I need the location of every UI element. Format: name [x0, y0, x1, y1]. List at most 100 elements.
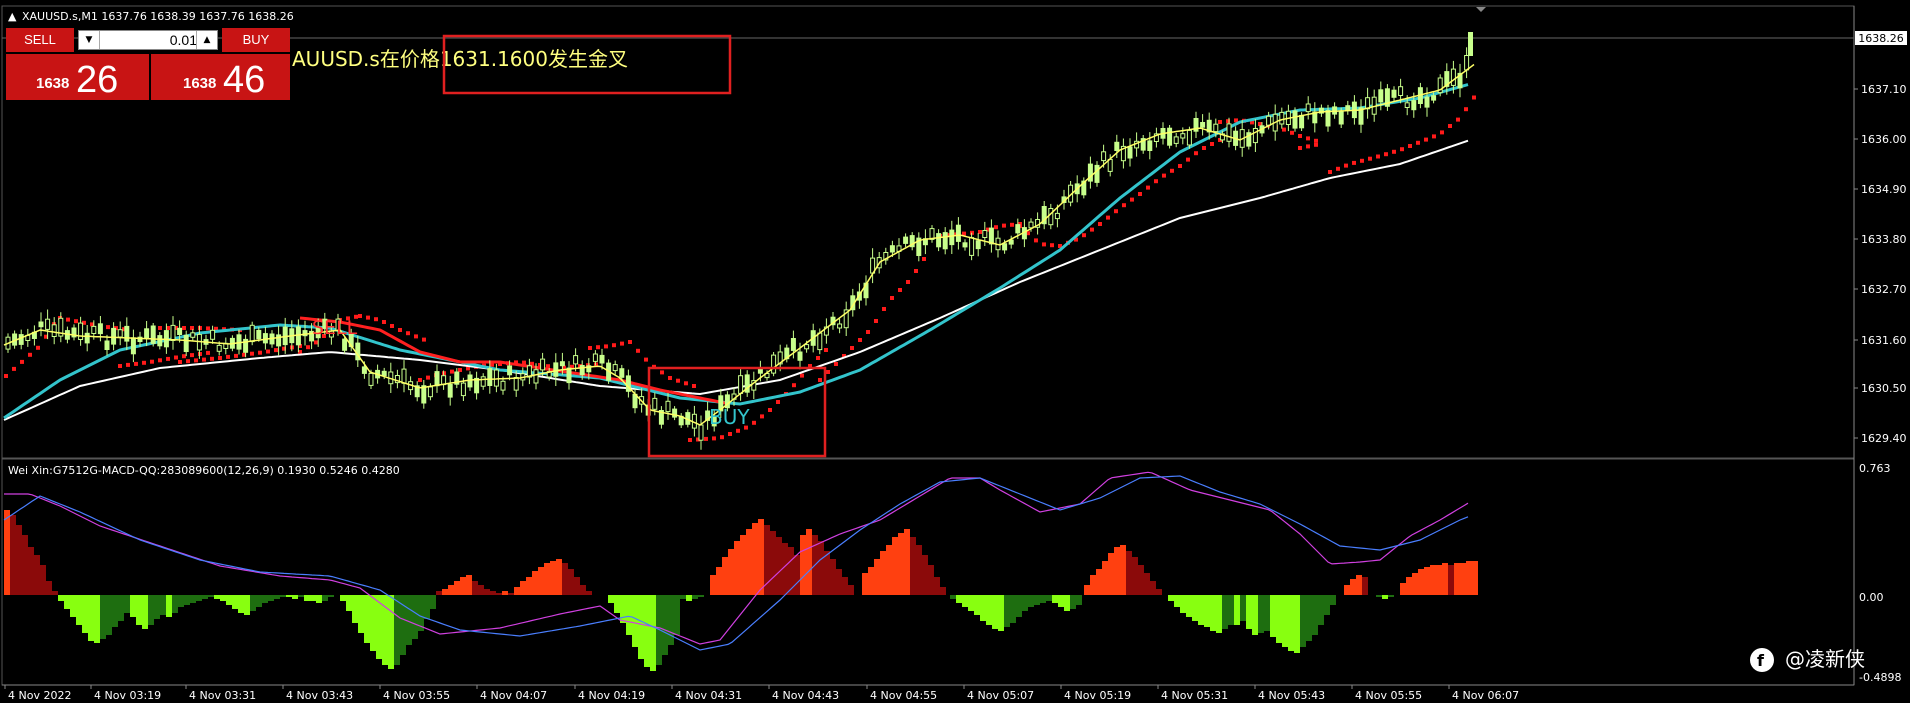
histogram-bar	[1324, 595, 1330, 615]
histogram-bar	[556, 559, 562, 595]
histogram-bar	[644, 595, 650, 667]
candle-body	[804, 344, 810, 350]
histogram-bar	[124, 595, 130, 613]
histogram-bar	[728, 549, 734, 595]
histogram-bar	[1126, 551, 1132, 595]
slow-ma-line	[3, 139, 1469, 421]
sar-dot	[1154, 179, 1158, 184]
histogram-bar	[460, 577, 466, 595]
time-tick-label: 4 Nov 03:31	[189, 689, 256, 702]
histogram-bar	[1330, 595, 1336, 605]
histogram-bar	[886, 545, 892, 595]
candle-body	[447, 383, 453, 398]
buy-price-button[interactable]: 1638 46	[151, 54, 290, 101]
histogram-bar	[586, 591, 592, 595]
histogram-bar	[1454, 563, 1460, 595]
histogram-bar	[394, 595, 400, 665]
buy-button[interactable]: BUY	[222, 28, 290, 52]
candle-body	[1186, 129, 1192, 146]
histogram-bar	[64, 595, 70, 609]
candle-body	[1404, 102, 1410, 109]
current-price-label: 1638.26	[1858, 32, 1904, 45]
candle-body	[579, 365, 585, 376]
up-arrow-icon[interactable]: ▲	[196, 31, 217, 49]
sar-dot	[1424, 137, 1428, 142]
chart-shift-icon[interactable]	[1476, 7, 1486, 12]
histogram-bar	[34, 555, 40, 595]
histogram-bar	[166, 595, 172, 617]
histogram-bar	[698, 595, 704, 597]
histogram-bar	[998, 595, 1004, 631]
candle-body	[1127, 146, 1133, 159]
sar-dot	[142, 360, 146, 365]
candle-body	[342, 338, 348, 351]
candle-body	[540, 358, 546, 371]
candle-body	[817, 332, 823, 351]
sell-price-button[interactable]: 1638 26	[6, 54, 149, 101]
candle-body	[942, 232, 948, 250]
candle-body	[1391, 89, 1397, 98]
indicator-scale-zero: 0.00	[1859, 591, 1884, 604]
candle-body	[797, 351, 803, 361]
candle-body	[84, 332, 90, 344]
sell-button[interactable]: SELL	[6, 28, 74, 52]
price-scale: 1637.10 1636.00 1634.90 1633.80 1632.70 1631.…	[1854, 83, 1907, 445]
candle-body	[652, 397, 658, 410]
histogram-bar	[364, 595, 370, 643]
sar-dot	[692, 384, 696, 388]
candle-body	[401, 368, 407, 384]
sar-dot	[234, 353, 238, 358]
sar-dot	[668, 376, 672, 380]
candle-body	[249, 324, 255, 343]
sar-dot	[1440, 130, 1444, 135]
histogram-bar	[100, 595, 106, 639]
histogram-bar	[202, 595, 208, 599]
candle-body	[1398, 86, 1404, 96]
candle-body	[790, 338, 796, 351]
candle-body	[513, 377, 519, 391]
sar-dot	[1002, 223, 1006, 228]
sar-dot	[1352, 160, 1356, 165]
sar-dot	[182, 326, 186, 330]
sar-dot	[1218, 120, 1222, 124]
histogram-bar	[298, 595, 304, 597]
histogram-bar	[794, 555, 800, 595]
histogram-bar	[1004, 595, 1010, 627]
candle-body	[144, 328, 150, 339]
histogram-bar	[1400, 583, 1406, 595]
histogram-bar	[226, 595, 232, 605]
histogram-bar	[1294, 595, 1300, 653]
candle-body	[262, 333, 268, 344]
histogram-bar	[424, 595, 430, 619]
macd-histogram	[4, 510, 1478, 671]
sar-dot	[382, 320, 386, 324]
histogram-bar	[1406, 577, 1412, 595]
candle-body	[1450, 68, 1456, 86]
histogram-bar	[830, 559, 836, 595]
down-arrow-icon[interactable]: ▼	[79, 31, 100, 49]
candle-body	[1378, 89, 1384, 103]
sar-dot	[1306, 144, 1310, 149]
candle-body	[949, 229, 955, 246]
histogram-bar	[650, 595, 656, 671]
sar-dot	[1448, 124, 1452, 128]
lot-size-input[interactable]	[101, 31, 199, 49]
price-tick-label: 1630.50	[1861, 382, 1907, 395]
histogram-bar	[1040, 595, 1046, 603]
sar-dot	[190, 326, 194, 330]
candle-body	[757, 368, 763, 374]
histogram-bar	[1306, 595, 1312, 641]
sar-dot	[752, 420, 756, 425]
sar-dot	[1298, 146, 1302, 150]
sar-dot	[1416, 140, 1420, 145]
histogram-bar	[1084, 585, 1090, 595]
histogram-bar	[1258, 595, 1264, 633]
histogram-bar	[370, 595, 376, 651]
histogram-bar	[740, 535, 746, 595]
lot-size-stepper[interactable]: ▼ ▲	[78, 30, 218, 50]
sar-dot	[776, 400, 780, 404]
candle-body	[1279, 111, 1285, 125]
chart-window[interactable]: 1638.26 1637.10 1636.00 1634.90 1633.80 1632…	[0, 0, 1910, 703]
histogram-bar	[614, 595, 620, 613]
time-tick-label: 4 Nov 03:19	[94, 689, 161, 702]
